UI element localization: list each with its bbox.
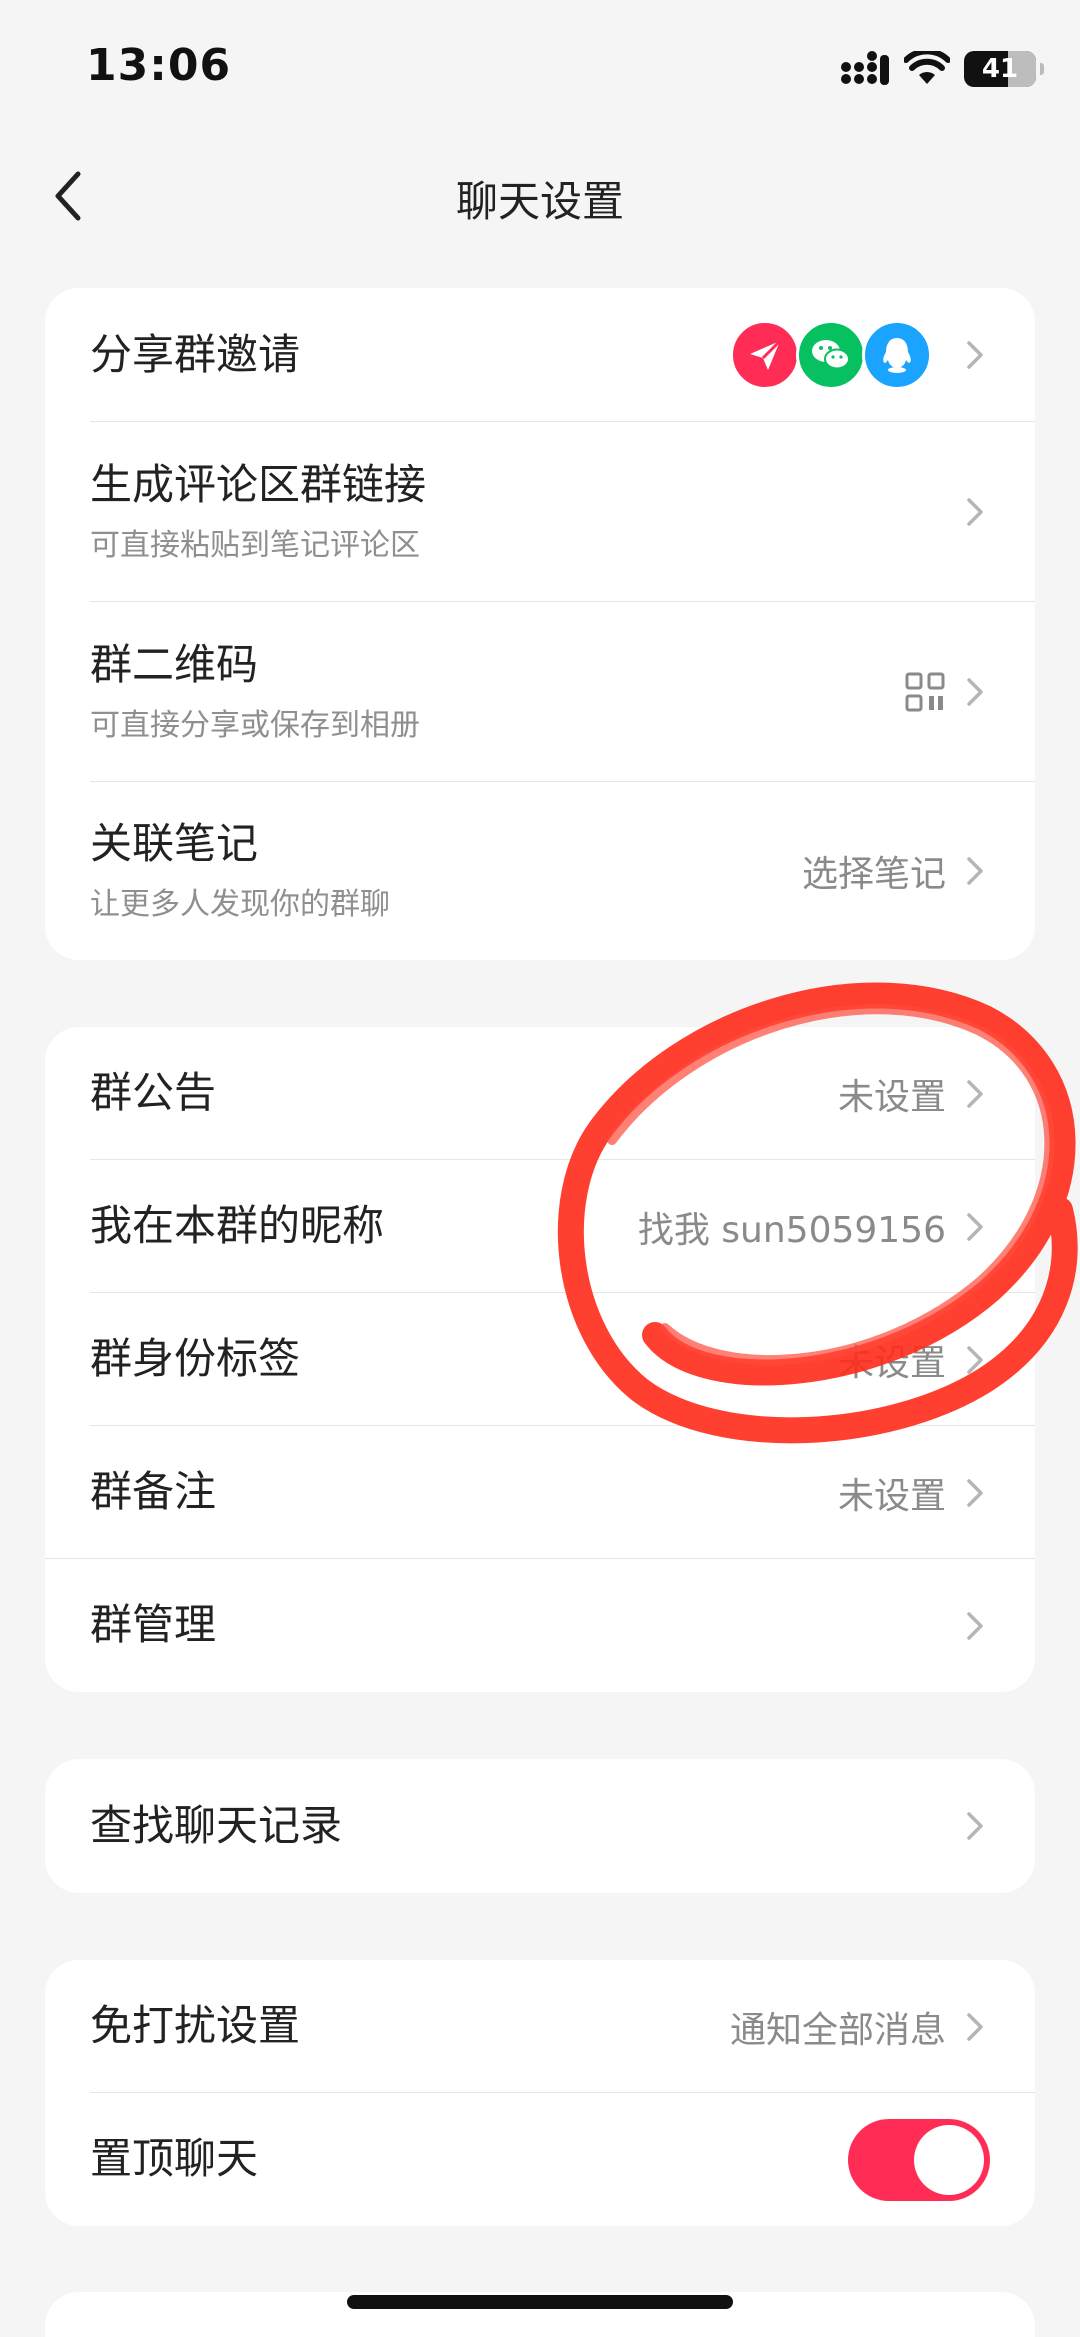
home-indicator: [347, 2295, 733, 2309]
page-title: 聊天设置: [455, 177, 624, 226]
chat-settings-screen: 13:06 41 聊天设置 分享群邀请 生成评论区群链接 可直接粘贴到笔记评论区…: [0, 0, 1080, 2337]
qq-icon[interactable]: [862, 320, 932, 390]
wifi-icon: [904, 51, 950, 84]
group-remark-value: 未设置: [837, 1475, 946, 1517]
chevron-right-icon: [967, 1345, 983, 1374]
search-history-row[interactable]: 查找聊天记录: [45, 1759, 1035, 1893]
battery-level: 41: [981, 54, 1019, 84]
search-card: 查找聊天记录: [45, 1759, 1035, 1893]
dnd-value: 通知全部消息: [729, 2009, 946, 2051]
notification-card: 免打扰设置 通知全部消息 置顶聊天: [45, 1960, 1035, 2226]
chevron-right-icon: [967, 2012, 983, 2041]
status-bar: 13:06 41: [0, 0, 1080, 130]
group-remark-label: 群备注: [90, 1467, 217, 1517]
group-manage-label: 群管理: [90, 1600, 217, 1650]
chevron-right-icon: [967, 498, 983, 526]
dnd-row[interactable]: 免打扰设置 通知全部消息: [45, 1960, 1035, 2093]
chevron-right-icon: [967, 1212, 983, 1241]
group-info-card: 群公告 未设置 我在本群的昵称 找我 sun5059156 群身份标签 未设置: [45, 1027, 1035, 1692]
pin-chat-label: 置顶聊天: [90, 2134, 259, 2184]
battery-indicator: 41: [964, 51, 1044, 87]
paper-plane-icon[interactable]: [730, 320, 800, 390]
share-settings-card: 分享群邀请 生成评论区群链接 可直接粘贴到笔记评论区 群二维码 可直接分享或保存…: [45, 288, 1035, 960]
group-qr-label: 群二维码: [90, 639, 259, 689]
comment-link-label: 生成评论区群链接: [90, 459, 427, 509]
comment-link-row[interactable]: 生成评论区群链接 可直接粘贴到笔记评论区: [45, 422, 1035, 602]
chevron-right-icon: [967, 341, 983, 369]
comment-link-subtitle: 可直接粘贴到笔记评论区: [90, 528, 420, 564]
share-invite-row[interactable]: 分享群邀请: [45, 288, 1035, 422]
group-notice-row[interactable]: 群公告 未设置: [45, 1027, 1035, 1160]
chevron-right-icon: [967, 678, 983, 706]
signal-icon: [841, 51, 889, 85]
group-remark-row[interactable]: 群备注 未设置: [45, 1426, 1035, 1559]
group-qr-row[interactable]: 群二维码 可直接分享或保存到相册: [45, 602, 1035, 782]
group-nickname-label: 我在本群的昵称: [90, 1201, 385, 1251]
linked-note-value: 选择笔记: [801, 854, 946, 895]
group-notice-value: 未设置: [837, 1076, 946, 1118]
linked-note-row[interactable]: 关联笔记 让更多人发现你的群聊 选择笔记: [45, 782, 1035, 960]
group-tag-value: 未设置: [837, 1342, 946, 1384]
chevron-right-icon: [967, 1812, 983, 1840]
chevron-right-icon: [967, 1079, 983, 1108]
nav-bar: 聊天设置: [0, 140, 1080, 250]
group-nickname-row[interactable]: 我在本群的昵称 找我 sun5059156: [45, 1160, 1035, 1293]
chevron-right-icon: [967, 1611, 983, 1640]
status-icons: 41: [840, 46, 1044, 92]
group-tag-label: 群身份标签: [90, 1334, 301, 1384]
share-invite-label: 分享群邀请: [90, 329, 301, 379]
pin-chat-row: 置顶聊天: [45, 2093, 1035, 2226]
group-qr-subtitle: 可直接分享或保存到相册: [90, 708, 420, 744]
group-tag-row[interactable]: 群身份标签 未设置: [45, 1293, 1035, 1426]
wechat-icon[interactable]: [796, 320, 866, 390]
chevron-right-icon: [967, 857, 983, 885]
group-notice-label: 群公告: [90, 1068, 217, 1118]
qr-code-icon: [905, 672, 945, 712]
group-nickname-value: 找我 sun5059156: [637, 1209, 946, 1251]
linked-note-subtitle: 让更多人发现你的群聊: [90, 887, 390, 923]
dnd-label: 免打扰设置: [90, 2001, 301, 2051]
status-time: 13:06: [86, 40, 232, 91]
share-icons: [730, 320, 932, 390]
linked-note-label: 关联笔记: [90, 818, 259, 868]
group-manage-row[interactable]: 群管理: [45, 1559, 1035, 1692]
pin-chat-toggle[interactable]: [848, 2118, 990, 2201]
search-history-label: 查找聊天记录: [90, 1800, 343, 1850]
chevron-right-icon: [967, 1478, 983, 1507]
